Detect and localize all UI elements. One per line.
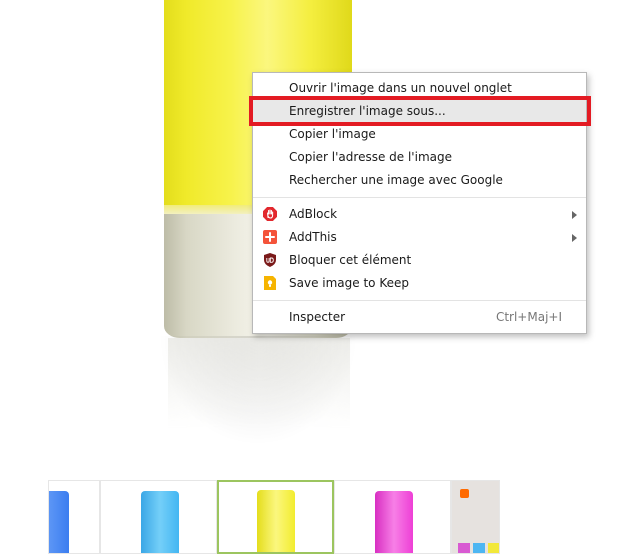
mi-logo-icon [460,489,469,498]
menu-item-adblock[interactable]: AdBlock [253,203,586,226]
menu-item-label: Rechercher une image avec Google [289,173,503,187]
menu-separator [253,197,586,198]
addthis-icon [263,230,277,244]
menu-item-block-element[interactable]: Bloquer cet élément [253,249,586,272]
menu-item-label: AddThis [289,230,337,244]
lamp-reflection [168,338,350,428]
thumbnail-lamp [257,490,295,552]
keep-icon [264,276,276,290]
thumbnail-strip [48,480,500,554]
menu-item-label: Enregistrer l'image sous... [289,104,446,118]
menu-item-save-to-keep[interactable]: Save image to Keep [253,272,586,295]
menu-item-copy-image-address[interactable]: Copier l'adresse de l'image [253,146,586,169]
packaging-swatch-pink [458,543,470,553]
thumbnail-yellow-selected[interactable] [217,480,334,554]
ublock-icon [264,253,276,267]
menu-item-save-image-as[interactable]: Enregistrer l'image sous... [253,100,586,123]
packaging-swatch-blue [473,543,485,553]
menu-item-label: Copier l'adresse de l'image [289,150,452,164]
thumbnail-cyan[interactable] [100,480,217,554]
thumbnail-packaging[interactable] [451,480,500,554]
menu-item-label: Inspecter [289,310,346,324]
menu-item-label: Ouvrir l'image dans un nouvel onglet [289,81,512,95]
context-menu: Ouvrir l'image dans un nouvel onglet Enr… [252,72,587,334]
menu-item-label: Save image to Keep [289,276,409,290]
menu-item-label: Bloquer cet élément [289,253,412,267]
adblock-icon [263,207,277,221]
menu-item-open-image-new-tab[interactable]: Ouvrir l'image dans un nouvel onglet [253,77,586,100]
menu-item-label: AdBlock [289,207,338,221]
submenu-arrow-icon [572,234,577,242]
submenu-arrow-icon [572,211,577,219]
menu-item-inspect[interactable]: Inspecter Ctrl+Maj+I [253,306,586,329]
thumbnail-blue[interactable] [48,480,100,554]
thumbnail-lamp [375,491,413,553]
menu-item-label: Copier l'image [289,127,376,141]
menu-item-addthis[interactable]: AddThis [253,226,586,249]
menu-separator [253,300,586,301]
menu-item-search-image-google[interactable]: Rechercher une image avec Google [253,169,586,192]
menu-item-copy-image[interactable]: Copier l'image [253,123,586,146]
thumbnail-lamp [49,491,69,553]
thumbnail-magenta[interactable] [334,480,451,554]
shortcut-label: Ctrl+Maj+I [495,310,562,324]
thumbnail-lamp [141,491,179,553]
packaging-swatch-yellow [488,543,499,553]
